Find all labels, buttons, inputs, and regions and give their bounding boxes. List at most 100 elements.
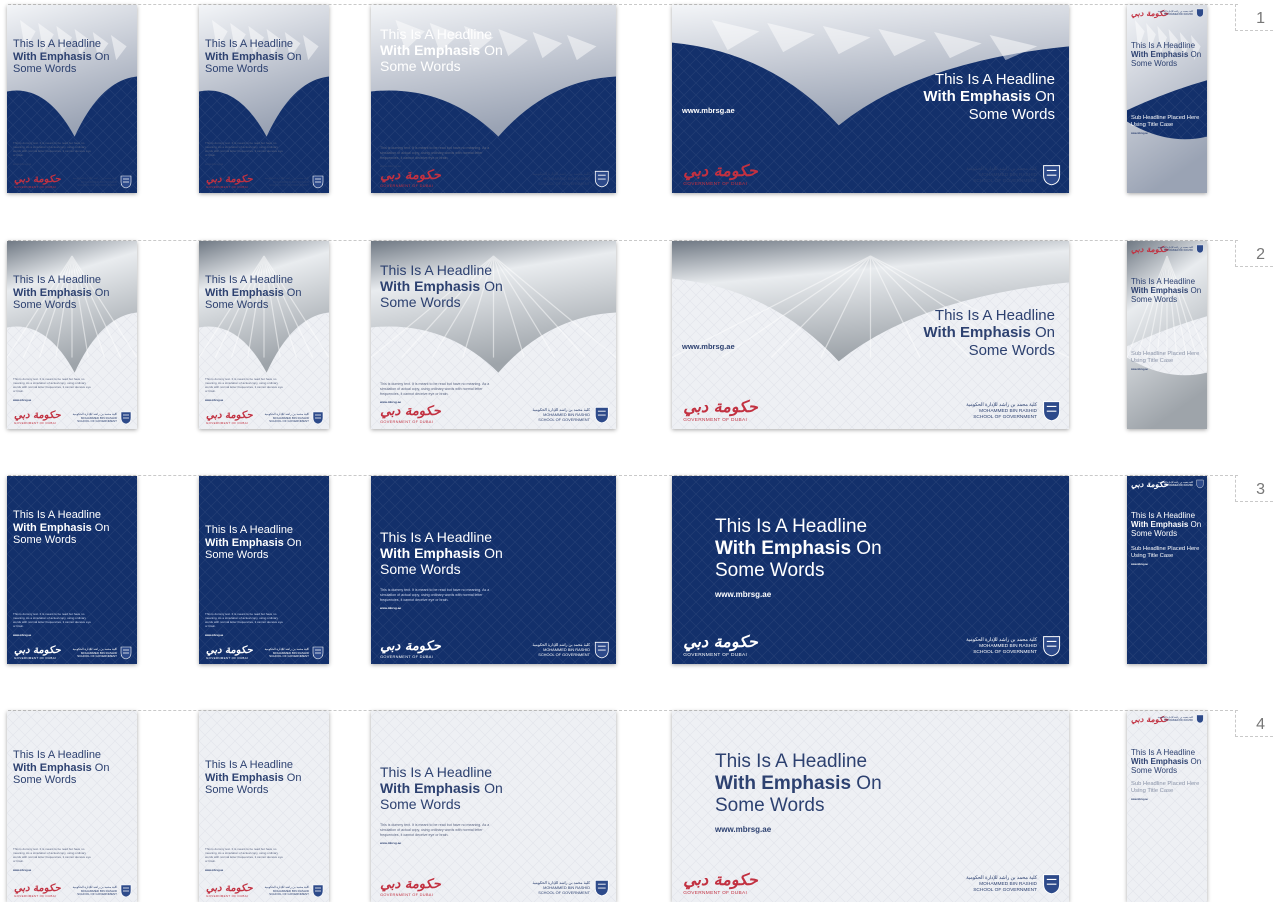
card-background xyxy=(1127,5,1207,193)
headline-line3: Some Words xyxy=(715,794,825,816)
school-shield-icon xyxy=(1196,244,1204,254)
school-logo-text: كلية محمد بن راشد للإدارة الحكومية MOHAMM… xyxy=(73,412,117,424)
website-url: www.mbrsg.ae xyxy=(715,590,772,599)
school-shield-icon xyxy=(120,646,132,660)
headline-line1: This Is A Headline xyxy=(380,26,493,42)
school-logo-text: كلية محمد بن راشد للإدارة الحكومية MOHAMM… xyxy=(265,412,309,424)
headline-line2: With Emphasis On xyxy=(13,762,109,775)
layout-card-a3: This Is A Headline With Emphasis On Some W… xyxy=(371,241,616,429)
headline-line3: Some Words xyxy=(205,549,269,562)
headline-line3: Some Words xyxy=(380,561,461,578)
school-logo-text: كلية محمد بن راشد للإدارة الحكومية MOHAMM… xyxy=(532,407,590,423)
headline: This Is A Headline With Emphasis On Some W… xyxy=(205,38,301,76)
body-text: This is dummy text. It is meant to be re… xyxy=(205,141,283,158)
headline-line2: With Emphasis On xyxy=(380,42,503,58)
layout-card-wide: This Is A Headline With Emphasis On Some W… xyxy=(672,711,1069,902)
layout-card-a4: This Is A Headline With Emphasis On Some W… xyxy=(199,241,329,429)
school-english-2: SCHOOL OF GOVERNMENT xyxy=(269,654,309,659)
government-of-dubai-caption: GOVERNMENT OF DUBAI xyxy=(206,421,249,425)
school-english-1: MOHAMMED BIN RASHID xyxy=(1164,484,1193,487)
school-shield-icon xyxy=(594,406,609,423)
headline-line2-rest: On xyxy=(480,278,503,295)
headline-line2-rest: On xyxy=(1030,324,1055,342)
row-number: 2 xyxy=(1235,240,1273,267)
website-url: www.mbrsg.ae xyxy=(682,342,735,351)
headline-line3: Some Words xyxy=(968,341,1055,359)
layout-card-a4: This Is A Headline With Emphasis On Some W… xyxy=(7,476,137,664)
headline-line2-rest: On xyxy=(283,50,302,63)
headline-emphasis: With Emphasis xyxy=(715,772,852,794)
headline-line2: With Emphasis On xyxy=(1131,286,1201,295)
headline-line1: This Is A Headline xyxy=(13,749,102,761)
headline-line2: With Emphasis On xyxy=(715,538,882,560)
school-logo-text: كلية محمد بن راشد للإدارة الحكومية MOHAMM… xyxy=(73,647,117,659)
headline-emphasis: With Emphasis xyxy=(13,50,92,63)
government-of-dubai-logo: حكومة دبي xyxy=(380,638,441,654)
government-of-dubai-caption: GOVERNMENT OF DUBAI xyxy=(683,181,748,187)
school-logo-text: كلية محمد بن راشد للإدارة الحكومية MOHAMM… xyxy=(966,403,1037,421)
headline-line2-rest: On xyxy=(1030,88,1055,106)
headline-line1: This Is A Headline xyxy=(380,262,493,278)
government-of-dubai-logo: حكومة دبي xyxy=(14,174,61,185)
layout-card-tall: حكومة دبي كلية محمد بن راشد للإدارة الحكو… xyxy=(1127,476,1207,664)
body-text: This is dummy text. It is meant to be re… xyxy=(380,382,490,396)
headline-line2-rest: On xyxy=(851,772,882,794)
headline-emphasis: With Emphasis xyxy=(380,42,481,59)
headline-line2: With Emphasis On xyxy=(715,773,882,795)
headline-line2-rest: On xyxy=(91,50,110,63)
headline-emphasis: With Emphasis xyxy=(1131,286,1189,296)
layout-card-a3: This Is A Headline With Emphasis On Some W… xyxy=(371,711,616,902)
school-shield-icon xyxy=(120,884,132,898)
headline-line1: This Is A Headline xyxy=(934,307,1055,324)
headline-line2-rest: On xyxy=(480,42,503,59)
headline-line1: This Is A Headline xyxy=(1131,277,1196,286)
school-english-2: SCHOOL OF GOVERNMENT xyxy=(538,180,590,186)
headline-emphasis: With Emphasis xyxy=(205,536,284,549)
headline-line3: Some Words xyxy=(380,58,461,75)
government-of-dubai-caption: GOVERNMENT OF DUBAI xyxy=(14,185,57,189)
government-of-dubai-logo: حكومة دبي xyxy=(380,876,441,892)
school-logo-text: كلية محمد بن راشد للإدارة الحكومية MOHAMM… xyxy=(1158,716,1193,722)
government-of-dubai-logo: حكومة دبي xyxy=(14,883,61,894)
school-english-2: SCHOOL OF GOVERNMENT xyxy=(973,888,1037,894)
headline: This Is A Headline With Emphasis On Some W… xyxy=(1131,277,1201,305)
card-background xyxy=(199,711,329,902)
headline-line2-rest: On xyxy=(91,286,110,299)
headline-emphasis: With Emphasis xyxy=(1131,757,1189,767)
headline-line1: This Is A Headline xyxy=(205,38,294,50)
headline: This Is A Headline With Emphasis On Some W… xyxy=(380,529,503,577)
school-shield-icon xyxy=(312,646,324,660)
government-of-dubai-logo: حكومة دبي xyxy=(206,410,253,421)
headline: This Is A Headline With Emphasis On Some W… xyxy=(1131,41,1201,69)
headline-emphasis: With Emphasis xyxy=(923,324,1031,342)
headline: This Is A Headline With Emphasis On Some W… xyxy=(13,509,109,547)
website-url: www.mbrsg.ae xyxy=(380,606,402,610)
website-url: www.mbrsg.ae xyxy=(13,869,32,872)
school-english-1: MOHAMMED BIN RASHID xyxy=(1164,249,1193,252)
website-url: www.mbrsg.ae xyxy=(1131,563,1148,566)
school-logo-text: كلية محمد بن راشد للإدارة الحكومية MOHAMM… xyxy=(1158,481,1193,487)
headline-emphasis: With Emphasis xyxy=(205,50,284,63)
school-shield-icon xyxy=(594,641,609,658)
school-english-2: SCHOOL OF GOVERNMENT xyxy=(269,183,309,188)
website-url: www.mbrsg.ae xyxy=(205,634,224,637)
government-of-dubai-caption: GOVERNMENT OF DUBAI xyxy=(206,894,249,898)
headline-line2: With Emphasis On xyxy=(13,287,109,300)
headline: This Is A Headline With Emphasis On Some W… xyxy=(715,516,882,582)
government-of-dubai-caption: GOVERNMENT OF DUBAI xyxy=(14,421,57,425)
layout-card-tall: حكومة دبي كلية محمد بن راشد للإدارة الحكو… xyxy=(1127,241,1207,429)
government-of-dubai-logo: حكومة دبي xyxy=(380,403,441,419)
headline-line1: This Is A Headline xyxy=(13,509,102,521)
headline: This Is A Headline With Emphasis On Some W… xyxy=(13,749,109,787)
headline-line3: Some Words xyxy=(1131,529,1178,539)
school-logo-text: كلية محمد بن راشد للإدارة الحكومية MOHAMM… xyxy=(532,642,590,658)
headline-line1: This Is A Headline xyxy=(934,71,1055,88)
government-of-dubai-caption: GOVERNMENT OF DUBAI xyxy=(683,417,748,423)
government-of-dubai-caption: GOVERNMENT OF DUBAI xyxy=(14,894,57,898)
layout-card-a4: This Is A Headline With Emphasis On Some W… xyxy=(199,5,329,193)
school-english-1: MOHAMMED BIN RASHID xyxy=(1164,13,1193,16)
website-url: www.mbrsg.ae xyxy=(13,163,32,166)
body-text: This is dummy text. It is meant to be re… xyxy=(380,588,490,602)
headline-line2: With Emphasis On xyxy=(1131,50,1201,59)
school-shield-icon xyxy=(594,170,609,187)
